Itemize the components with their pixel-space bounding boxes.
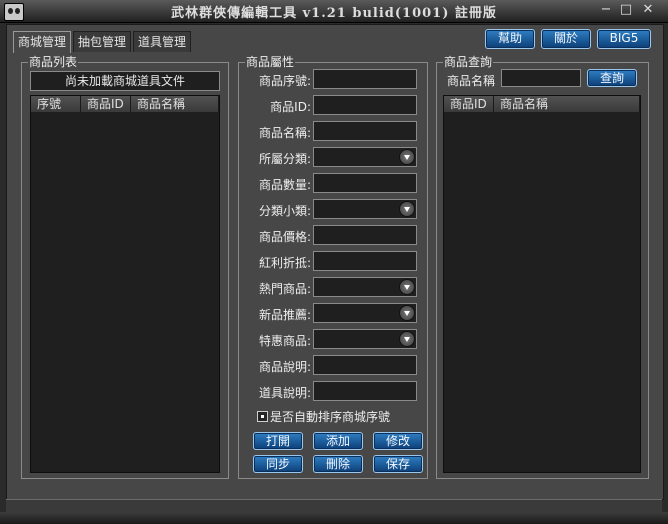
about-button[interactable]: 關於 (541, 29, 591, 49)
bonus-discount-input[interactable] (313, 251, 417, 271)
price-input[interactable] (313, 225, 417, 245)
field-row-serial: 商品序號: (247, 69, 421, 89)
product-query-group: 商品查詢 商品名稱 查詢 商品ID 商品名稱 (436, 54, 649, 479)
query-name-label: 商品名稱 (447, 74, 496, 88)
query-results-table[interactable]: 商品ID 商品名稱 (443, 95, 641, 473)
field-row-quantity: 商品數量: (247, 173, 421, 193)
product-name-label: 商品名稱: (258, 126, 311, 140)
quantity-label: 商品數量: (258, 178, 311, 192)
product-attributes-group: 商品屬性 商品序號: 商品ID: 商品名稱: 所屬分類: 商品數量: 分類小類:… (238, 54, 428, 479)
special-offer-select[interactable] (313, 329, 417, 349)
chevron-down-icon[interactable] (399, 331, 415, 347)
product-description-label: 商品說明: (258, 360, 311, 374)
field-row-hot-product: 熱門商品: (247, 277, 421, 297)
new-recommend-label: 新品推薦: (258, 308, 311, 322)
product-list-label: 商品列表 (28, 54, 79, 70)
product-list-group: 商品列表 尚未加載商城道具文件 序號 商品ID 商品名稱 (21, 54, 229, 479)
chevron-down-icon[interactable] (399, 149, 415, 165)
query-column-header-product-name[interactable]: 商品名稱 (494, 96, 640, 112)
close-button[interactable]: ✕ (640, 2, 656, 18)
category-label: 所屬分類: (258, 152, 311, 166)
save-button[interactable]: 保存 (373, 455, 423, 473)
main-panel: 商城管理 抽包管理 道具管理 幫助 關於 BIG5 商品列表 尚未加載商城道具文… (6, 24, 664, 500)
maximize-button[interactable]: □ (618, 2, 634, 18)
serial-input[interactable] (313, 69, 417, 89)
product-description-input[interactable] (313, 355, 417, 375)
sync-button[interactable]: 同步 (253, 455, 303, 473)
subcategory-select[interactable] (313, 199, 417, 219)
quantity-input[interactable] (313, 173, 417, 193)
chevron-down-icon[interactable] (399, 305, 415, 321)
query-column-header-product-id[interactable]: 商品ID (444, 96, 494, 112)
special-offer-label: 特惠商品: (258, 334, 311, 348)
tab-item-management[interactable]: 道具管理 (133, 31, 192, 52)
field-row-item-description: 道具說明: (247, 381, 421, 401)
serial-label: 商品序號: (258, 74, 311, 88)
product-id-input[interactable] (313, 95, 417, 115)
big5-button[interactable]: BIG5 (597, 29, 651, 49)
minimize-button[interactable]: − (598, 2, 614, 18)
product-query-label: 商品查詢 (443, 54, 494, 70)
title-bar: 武林群俠傳編輯工具 v1.21 bulid(1001) 註冊版 − □ ✕ (0, 0, 668, 23)
field-row-product-id: 商品ID: (247, 95, 421, 115)
new-recommend-select[interactable] (313, 303, 417, 323)
tab-gacha-management[interactable]: 抽包管理 (73, 31, 132, 52)
window-title: 武林群俠傳編輯工具 v1.21 bulid(1001) 註冊版 (171, 6, 497, 21)
field-row-subcategory: 分類小類: (247, 199, 421, 219)
hot-product-select[interactable] (313, 277, 417, 297)
subcategory-label: 分類小類: (258, 204, 311, 218)
column-header-product-id[interactable]: 商品ID (81, 96, 131, 112)
price-label: 商品價格: (258, 230, 311, 244)
product-id-label: 商品ID: (270, 100, 311, 114)
window-bottom-frame (0, 512, 668, 524)
product-list-table[interactable]: 序號 商品ID 商品名稱 (30, 95, 220, 473)
column-header-product-name[interactable]: 商品名稱 (131, 96, 219, 112)
item-description-label: 道具說明: (258, 386, 311, 400)
tab-shop-management[interactable]: 商城管理 (13, 31, 72, 53)
query-name-input[interactable] (501, 69, 581, 87)
product-name-input[interactable] (313, 121, 417, 141)
item-description-input[interactable] (313, 381, 417, 401)
delete-button[interactable]: 刪除 (313, 455, 363, 473)
auto-sort-label: 是否自動排序商城序號 (270, 410, 391, 424)
add-button[interactable]: 添加 (313, 432, 363, 450)
chevron-down-icon[interactable] (399, 201, 415, 217)
field-row-bonus-discount: 紅利折抵: (247, 251, 421, 271)
open-button[interactable]: 打開 (253, 432, 303, 450)
hot-product-label: 熱門商品: (258, 282, 311, 296)
field-row-new-recommend: 新品推薦: (247, 303, 421, 323)
field-row-product-description: 商品說明: (247, 355, 421, 375)
auto-sort-checkbox[interactable] (257, 411, 268, 422)
product-attributes-label: 商品屬性 (245, 54, 296, 70)
query-button[interactable]: 查詢 (587, 69, 637, 87)
column-header-index[interactable]: 序號 (31, 96, 81, 112)
file-status-display: 尚未加載商城道具文件 (30, 71, 220, 91)
chevron-down-icon[interactable] (399, 279, 415, 295)
modify-button[interactable]: 修改 (373, 432, 423, 450)
field-row-category: 所屬分類: (247, 147, 421, 167)
field-row-product-name: 商品名稱: (247, 121, 421, 141)
field-row-price: 商品價格: (247, 225, 421, 245)
category-select[interactable] (313, 147, 417, 167)
help-button[interactable]: 幫助 (485, 29, 535, 49)
bonus-discount-label: 紅利折抵: (258, 256, 311, 270)
field-row-special-offer: 特惠商品: (247, 329, 421, 349)
